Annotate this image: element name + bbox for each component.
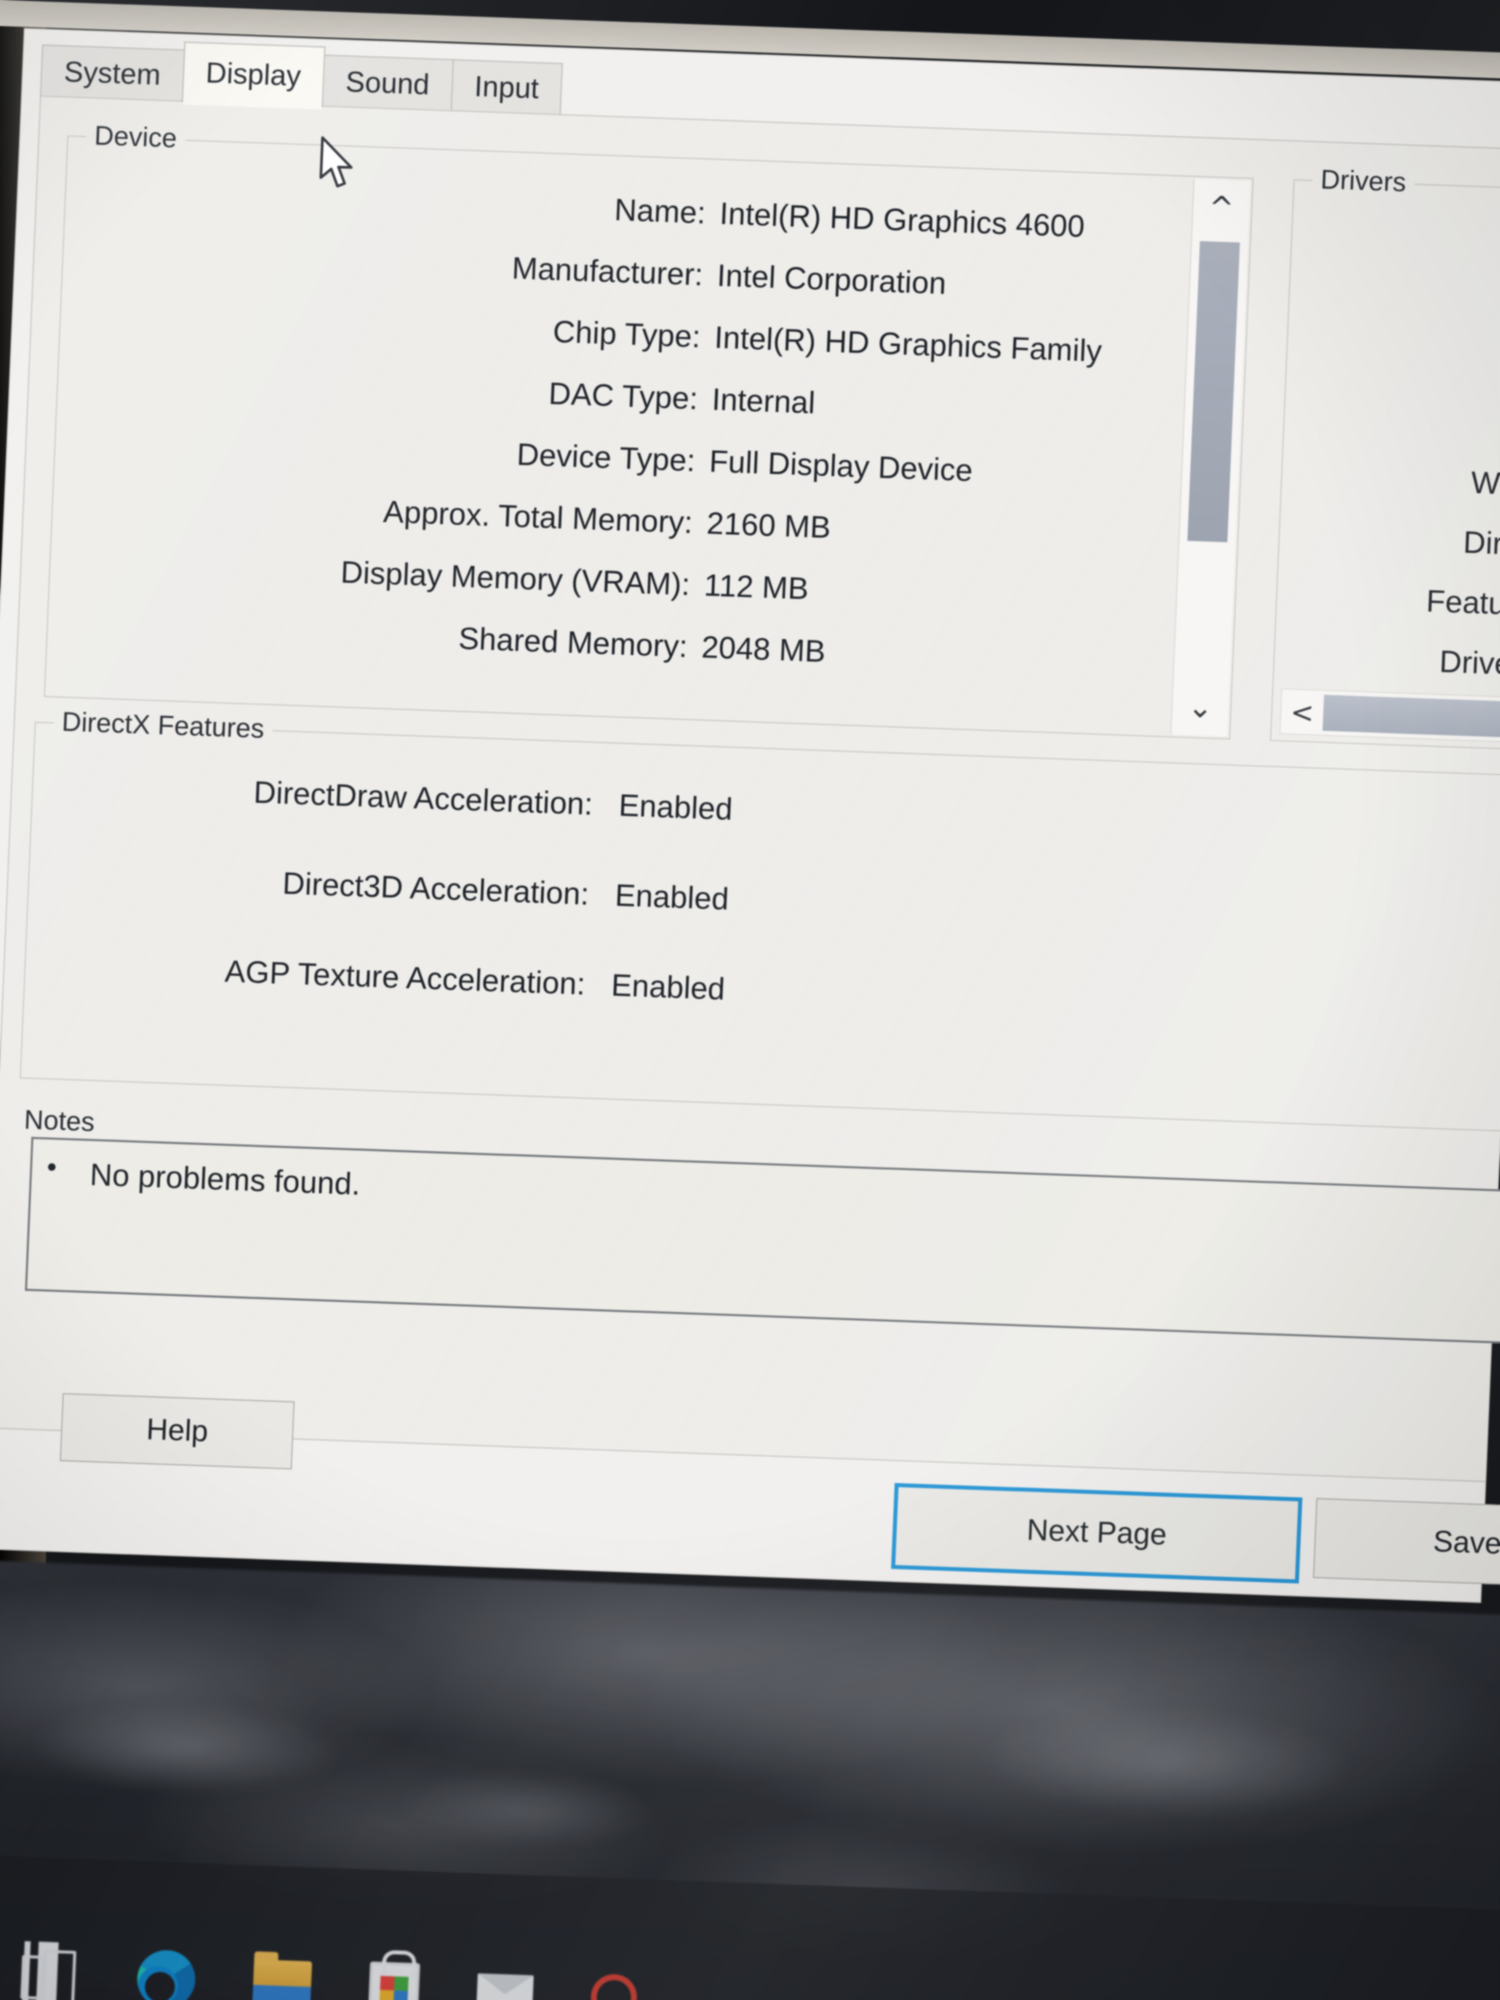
- device-row-value: 2048 MB: [700, 629, 827, 669]
- display-tab-page: Device Name: Intel(R) HD Graphics 4600 M…: [0, 95, 1500, 1483]
- directx-features-rows: DirectDraw Acceleration: Enabled Direct3…: [23, 767, 1500, 1090]
- red-circle-icon[interactable]: [589, 1973, 638, 2000]
- chevron-up-icon[interactable]: ^: [1192, 179, 1250, 237]
- drivers-row-whql-logod: WHQL: [1470, 464, 1500, 504]
- mail-icon[interactable]: [476, 1973, 534, 2000]
- microsoft-store-icon[interactable]: [368, 1961, 421, 2000]
- drivers-group: Drivers Main V WHQL Direct3 Feature L Dr…: [1270, 164, 1500, 752]
- drivers-horizontal-scrollbar[interactable]: <: [1279, 688, 1500, 745]
- feature-row-label: DirectDraw Acceleration:: [252, 774, 594, 822]
- next-page-button[interactable]: Next Page: [891, 1482, 1303, 1584]
- device-group: Device Name: Intel(R) HD Graphics 4600 M…: [43, 120, 1254, 740]
- device-row-value: Intel(R) HD Graphics 4600: [718, 195, 1086, 244]
- device-vertical-scrollbar[interactable]: ^ ⌄: [1170, 178, 1251, 737]
- device-row-value: Internal: [711, 381, 816, 421]
- directx-features-group: DirectX Features DirectDraw Acceleration…: [19, 706, 1500, 1133]
- drivers-row-direct3d-ddi: Direct3: [1462, 524, 1500, 564]
- directx-features-group-label: DirectX Features: [53, 706, 273, 746]
- scrollbar-thumb[interactable]: [1322, 694, 1500, 740]
- tab-display[interactable]: Display: [181, 41, 326, 108]
- device-row-value: 112 MB: [703, 567, 810, 607]
- bullet-icon: •: [43, 1153, 61, 1184]
- note-text: No problems found.: [89, 1156, 362, 1202]
- edge-browser-icon[interactable]: [136, 1949, 197, 2000]
- feature-row-value: Enabled: [610, 967, 726, 1007]
- drivers-group-label: Drivers: [1311, 164, 1415, 199]
- mouse-cursor-icon: [318, 136, 360, 193]
- tab-system[interactable]: System: [39, 44, 185, 103]
- dxdiag-window: System Display Sound Input Device Name: …: [0, 28, 1500, 1602]
- notes-group: Notes • No problems found.: [8, 1104, 1500, 1360]
- task-view-icon[interactable]: [15, 1940, 81, 2000]
- feature-row-value: Enabled: [614, 877, 730, 917]
- device-row-label: Name:: [613, 192, 707, 231]
- device-row-value: Intel Corporation: [716, 257, 947, 302]
- chevron-left-icon[interactable]: <: [1281, 695, 1324, 729]
- device-rows: Name: Intel(R) HD Graphics 4600 Manufact…: [46, 173, 1176, 708]
- device-group-label: Device: [85, 120, 186, 155]
- note-list-item: • No problems found.: [31, 1139, 1500, 1244]
- laptop-screen-content: System Display Sound Input Device Name: …: [0, 0, 1500, 2000]
- notes-textbox[interactable]: • No problems found.: [24, 1136, 1500, 1345]
- drivers-row-feature-levels: Feature L: [1425, 583, 1500, 623]
- tab-sound[interactable]: Sound: [321, 54, 454, 113]
- chevron-down-icon[interactable]: ⌄: [1171, 678, 1229, 736]
- tab-input[interactable]: Input: [450, 59, 563, 117]
- drivers-row-driver-model: Driver M: [1438, 643, 1500, 683]
- screen-photograph: System Display Sound Input Device Name: …: [0, 0, 1500, 2000]
- notes-group-label: Notes: [15, 1104, 104, 1139]
- help-button[interactable]: Help: [59, 1393, 295, 1470]
- save-all-information-button[interactable]: Save A: [1313, 1498, 1500, 1590]
- device-row-value: 2160 MB: [705, 505, 832, 546]
- feature-row-value: Enabled: [618, 787, 734, 827]
- file-explorer-icon[interactable]: [252, 1959, 313, 2000]
- scrollbar-thumb[interactable]: [1187, 241, 1240, 543]
